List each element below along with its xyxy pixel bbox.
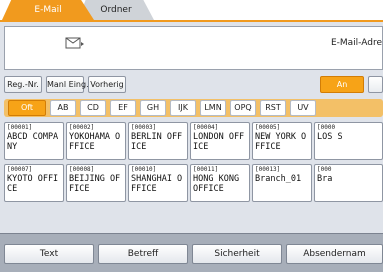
entry-number: [00004] — [193, 124, 219, 131]
index-tab-cd[interactable]: CD — [80, 100, 106, 116]
address-entry[interactable]: [00007] KYOTO OFFICE — [4, 164, 64, 202]
index-tab-rst[interactable]: RST — [260, 100, 286, 116]
index-tab-ab[interactable]: AB — [50, 100, 76, 116]
entry-number: [00001] — [7, 124, 33, 131]
entry-number: [000 — [317, 166, 332, 173]
reg-nr-button[interactable]: Reg.-Nr. — [4, 76, 42, 93]
entry-name: ABCD COMPANY — [7, 132, 59, 152]
manual-entry-button[interactable]: Manl Eing. — [46, 76, 89, 93]
address-entry[interactable]: [00004] LONDON OFFICE — [190, 122, 250, 160]
entry-name: YOKOHAMA OFFICE — [69, 132, 121, 152]
main-panel: E-Mail-Adre Reg.-Nr. Manl Eing. Vorherig… — [0, 20, 383, 272]
entry-number: [00005] — [255, 124, 281, 131]
entry-name: BERLIN OFFICE — [131, 132, 183, 152]
entry-number: [00011] — [193, 166, 219, 173]
entry-number: [00008] — [69, 166, 95, 173]
email-address-label: E-Mail-Adre — [330, 38, 382, 48]
entry-name: Branch_01 — [255, 174, 302, 184]
address-entry[interactable]: [0000 LOS S — [314, 122, 383, 160]
index-tab-uv[interactable]: UV — [290, 100, 316, 116]
text-button[interactable]: Text — [4, 244, 94, 264]
entry-number: [00002] — [69, 124, 95, 131]
entry-name: NEW YORK OFFICE — [255, 132, 307, 152]
bottom-bar: Text Betreff Sicherheit Absendernam — [0, 233, 383, 272]
mail-icon — [65, 37, 84, 49]
entry-number: [00010] — [131, 166, 157, 173]
entry-number: [0000 — [317, 124, 336, 131]
entry-name: Bra — [317, 174, 333, 184]
index-tab-opq[interactable]: OPQ — [230, 100, 256, 116]
address-entry[interactable]: [00003] BERLIN OFFICE — [128, 122, 188, 160]
index-tab-gh[interactable]: GH — [140, 100, 166, 116]
entry-number: [00007] — [7, 166, 33, 173]
to-button[interactable]: An — [320, 76, 364, 93]
address-entry[interactable]: [000 Bra — [314, 164, 383, 202]
index-tab-lmn[interactable]: LMN — [200, 100, 226, 116]
index-tab-bar: Oft AB CD EF GH IJK LMN OPQ RST UV — [4, 99, 383, 117]
destination-field[interactable]: E-Mail-Adre — [4, 26, 383, 70]
address-entry[interactable]: [00011] HONG KONG OFFICE — [190, 164, 250, 202]
entry-name: SHANGHAI OFFICE — [131, 174, 183, 194]
index-tab-ijk[interactable]: IJK — [170, 100, 196, 116]
tab-email[interactable]: E-Mail — [2, 0, 94, 20]
entry-number: [00003] — [131, 124, 157, 131]
entry-name: KYOTO OFFICE — [7, 174, 59, 194]
index-tab-ef[interactable]: EF — [110, 100, 136, 116]
address-entry[interactable]: [00005] NEW YORK OFFICE — [252, 122, 312, 160]
sender-name-button[interactable]: Absendernam — [286, 244, 383, 264]
subject-button[interactable]: Betreff — [98, 244, 188, 264]
entry-number: [00013] — [255, 166, 281, 173]
index-tab-frequent[interactable]: Oft — [8, 100, 46, 116]
entry-name: HONG KONG OFFICE — [193, 174, 240, 194]
entry-name: BEIJING OFFICE — [69, 174, 121, 194]
address-entry[interactable]: [00013] Branch_01 — [252, 164, 312, 202]
entry-name: LONDON OFFICE — [193, 132, 245, 152]
next-field-button[interactable] — [368, 76, 383, 93]
previous-button[interactable]: Vorherig — [88, 76, 126, 93]
address-entry[interactable]: [00010] SHANGHAI OFFICE — [128, 164, 188, 202]
entry-name: LOS S — [317, 132, 343, 142]
address-entry[interactable]: [00001] ABCD COMPANY — [4, 122, 64, 160]
security-button[interactable]: Sicherheit — [192, 244, 282, 264]
address-entry[interactable]: [00002] YOKOHAMA OFFICE — [66, 122, 126, 160]
address-entry[interactable]: [00008] BEIJING OFFICE — [66, 164, 126, 202]
